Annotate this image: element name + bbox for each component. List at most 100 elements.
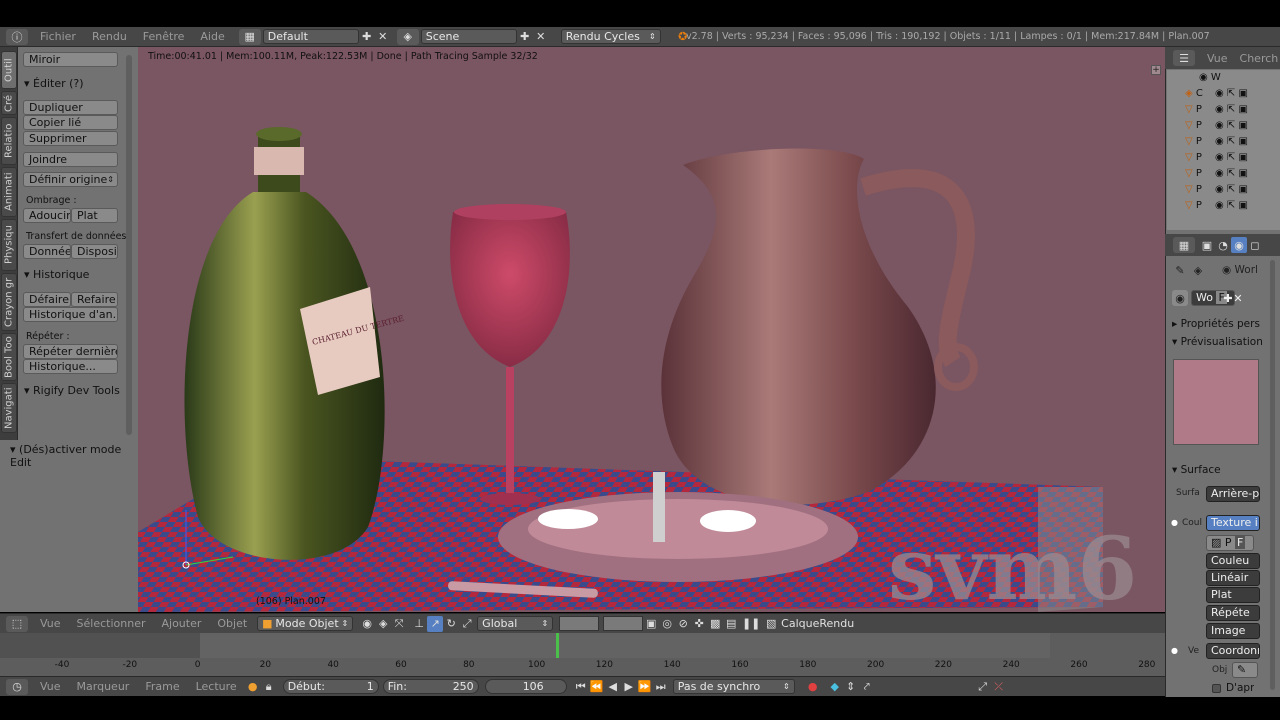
proportional-edit-icon[interactable]: ◎ [659,616,675,632]
preview-header[interactable]: ▾ Prévisualisation [1172,336,1263,348]
tab-bool-tool[interactable]: Bool Too [1,333,17,381]
close-screen-icon[interactable]: ✕ [375,29,391,45]
properties-scrollbar[interactable] [1270,260,1275,690]
jump-end-icon[interactable]: ⏭ [653,679,669,695]
expand-properties-icon[interactable]: + [1151,65,1161,75]
definir-origine-button[interactable]: Définir origine ⇕ [23,172,118,187]
layer-buttons-2[interactable] [603,616,644,631]
refaire-button[interactable]: Refaire [71,292,118,307]
properties-editor-icon[interactable]: ▦ [1173,237,1195,253]
world-unlink-icon[interactable]: ✕ [1230,290,1246,306]
outliner-world-row[interactable]: ◉ W [1199,72,1221,83]
3d-viewport[interactable]: CHATEAU DU TERTRE svm6 Time:00:41.01 | M… [138,47,1165,612]
end-frame-field[interactable]: Fin: 250 [382,679,479,694]
outliner-row[interactable]: ◈ C ◉ ⇱ ▣ [1185,88,1275,102]
object-tab-icon[interactable]: ◻ [1247,237,1263,253]
shelf-scrollbar[interactable] [126,55,132,435]
visibility-eye-icon[interactable]: ◉ ⇱ ▣ [1215,152,1248,163]
keying-select-icon[interactable]: ⇕ [843,679,859,695]
outliner-row[interactable]: ▽ P ◉ ⇱ ▣ [1185,184,1275,198]
visibility-eye-icon[interactable]: ◉ ⇱ ▣ [1215,104,1248,115]
manipulator-icon[interactable]: ⤧ [391,616,407,632]
outliner[interactable]: ◉ W ◈ C ◉ ⇱ ▣ ▽ P ◉ ⇱ ▣ ▽ P ◉ ⇱ ▣ ▽ P ◉ ⇱ ▣… [1167,70,1280,230]
pause-render-icon[interactable]: ❚❚ [742,616,760,632]
historique-repeat-button[interactable]: Historique... [23,359,118,374]
translate-icon[interactable]: ↗ [427,615,444,632]
tab-outil[interactable]: Outil [1,51,17,89]
menu-objet[interactable]: Objet [209,617,255,630]
pivot-icon[interactable]: ◈ [375,616,391,632]
operator-panel-header[interactable]: ▾ (Dés)activer mode Edit [10,443,138,469]
outliner-row[interactable]: ▽ P ◉ ⇱ ▣ [1185,120,1275,134]
outliner-row[interactable]: ▽ P ◉ ⇱ ▣ [1185,168,1275,182]
visibility-eye-icon[interactable]: ◉ ⇱ ▣ [1215,88,1248,99]
play-reverse-icon[interactable]: ◀ [605,679,621,695]
image-select[interactable]: Image [1206,623,1260,639]
pin-icon[interactable]: ✎ [1172,262,1188,278]
repeter-derniere-button[interactable]: Répéter dernière [23,344,118,359]
rigify-panel-header[interactable]: ▾ Rigify Dev Tools [24,384,120,397]
outliner-row[interactable]: ▽ P ◉ ⇱ ▣ [1185,136,1275,150]
render-engine-select[interactable]: Rendu Cycles ⇕ [560,29,661,44]
visibility-eye-icon[interactable]: ◉ ⇱ ▣ [1215,184,1248,195]
timeline[interactable]: -40 -20 0 20 40 60 80 100 120 140 160 180 200 220 240 2… [0,633,1165,676]
plat-button[interactable]: Plat [71,208,118,223]
world-crumb[interactable]: ◉ Worl [1222,264,1258,276]
snap-icon[interactable]: ⊘ [675,616,691,632]
object-picker[interactable]: ✎ [1232,662,1258,678]
keyframe-insert-icon[interactable]: ⤤ [859,679,875,695]
add-scene-icon[interactable]: ✚ [517,29,533,45]
menu-ajouter[interactable]: Ajouter [154,617,210,630]
supprimer-button[interactable]: Supprimer [23,131,118,146]
shading-icon[interactable]: ◉ [359,616,375,632]
world-browse-icon[interactable]: ◉ [1172,290,1188,306]
keyframe-remove-icon[interactable]: ⤫ [991,679,1007,695]
tab-crayon[interactable]: Crayon gr [1,273,17,331]
historique-panel-header[interactable]: ▾ Historique [24,268,89,281]
dupliquer-button[interactable]: Dupliquer [23,100,118,115]
scale-icon[interactable]: ⤢ [459,616,475,632]
historique-undo-button[interactable]: Historique d'an... [23,307,118,322]
menu-rendu[interactable]: Rendu [84,30,135,43]
keyframe-add-icon[interactable]: ⤢ [975,679,991,695]
disposition-button[interactable]: Dispositi [71,244,118,259]
image-datablock[interactable]: ▨ P F [1206,535,1254,551]
screen-layout-field[interactable]: Default [262,29,359,44]
auto-key-icon[interactable]: ● [805,679,821,695]
scene-icon[interactable]: ◈ [396,28,419,45]
timeline-editor-icon[interactable]: ◷ [6,678,28,695]
menu-aide[interactable]: Aide [192,30,232,43]
couleur-select[interactable]: Couleu [1206,553,1260,569]
menu-outliner-vue[interactable]: Vue [1199,52,1236,65]
lineaire-select[interactable]: Linéair [1206,570,1260,586]
miroir-button[interactable]: Miroir [23,52,118,67]
menu-fenetre[interactable]: Fenêtre [135,30,193,43]
add-screen-icon[interactable]: ✚ [359,29,375,45]
tab-relations[interactable]: Relatio [1,117,17,165]
sync-select[interactable]: Pas de synchro ⇕ [672,679,795,694]
texture-node-select[interactable]: Texture i [1206,515,1260,531]
adoucir-button[interactable]: Adoucir [23,208,71,223]
editer-panel-header[interactable]: ▾ Éditer (?) [24,77,84,90]
visibility-eye-icon[interactable]: ◉ ⇱ ▣ [1215,200,1248,211]
menu-frame[interactable]: Frame [137,680,187,693]
scene-field[interactable]: Scene [420,29,517,44]
current-frame-field[interactable]: 106 [484,679,567,694]
tab-animation[interactable]: Animati [1,167,17,217]
prev-keyframe-icon[interactable]: ⏪ [589,679,605,695]
play-icon[interactable]: ▶ [621,679,637,695]
record-icon[interactable]: ● [245,679,261,695]
layer-lock-icon[interactable]: ▣ [643,616,659,632]
coordonnees-select[interactable]: Coordonn [1206,643,1260,659]
menu-marqueur[interactable]: Marqueur [69,680,138,693]
axis-toggle-icon[interactable]: ⊥ [411,616,427,632]
render-tab-icon[interactable]: ▣ [1199,237,1215,253]
rotate-icon[interactable]: ↻ [443,616,459,632]
keying-set-icon[interactable]: ◆ [827,679,843,695]
editor-type-icon[interactable]: ⬚ [6,615,28,632]
menu-vue[interactable]: Vue [32,617,69,630]
surface-header[interactable]: ▾ Surface [1172,464,1221,476]
menu-timeline-vue[interactable]: Vue [32,680,69,693]
visibility-eye-icon[interactable]: ◉ ⇱ ▣ [1215,136,1248,147]
donnee-button[interactable]: Donnée [23,244,71,259]
